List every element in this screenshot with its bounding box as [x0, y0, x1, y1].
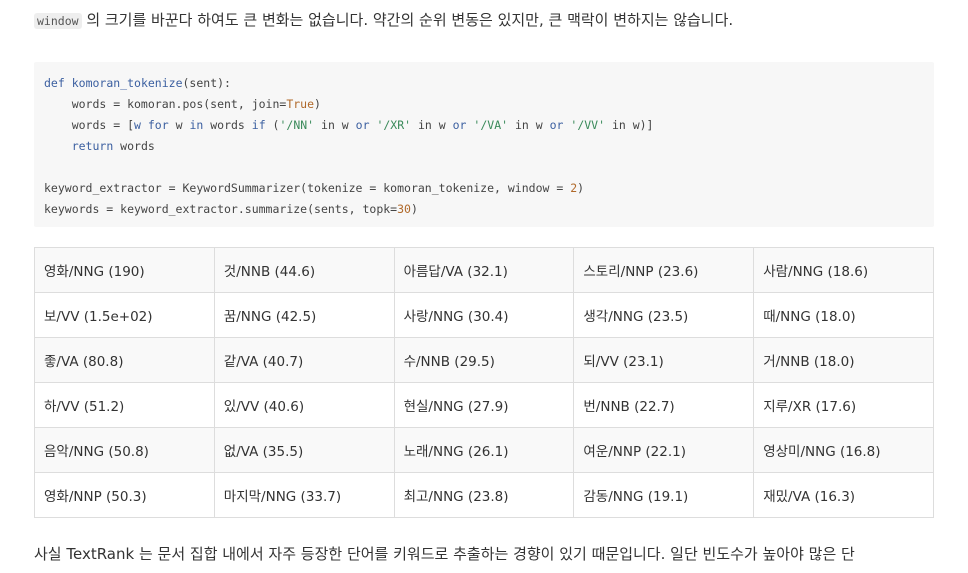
- keywords-table: 영화/NNG (190) 것/NNB (44.6) 아름답/VA (32.1) 스토리…: [34, 247, 934, 518]
- outro-paragraph: 사실 TextRank 는 문서 집합 내에서 자주 등장한 단어를 키워드로 …: [34, 545, 855, 563]
- table-cell: 되/VV (23.1): [573, 337, 755, 383]
- table-cell: 마지막/NNG (33.7): [213, 472, 395, 518]
- table-row: 음악/NNG (50.8) 없/VA (35.5) 노래/NNG (26.1) 여운/…: [34, 427, 934, 473]
- table-cell: 재밌/VA (16.3): [753, 472, 934, 518]
- table-cell: 스토리/NNP (23.6): [573, 247, 755, 293]
- table-cell: 보/VV (1.5e+02): [34, 292, 215, 338]
- table-cell: 없/VA (35.5): [213, 427, 395, 473]
- table-cell: 좋/VA (80.8): [34, 337, 215, 383]
- table-row: 영화/NNG (190) 것/NNB (44.6) 아름답/VA (32.1) 스토리…: [34, 247, 934, 293]
- table-cell: 여운/NNP (22.1): [573, 427, 755, 473]
- table-cell: 감동/NNG (19.1): [573, 472, 755, 518]
- table-row: 보/VV (1.5e+02) 꿈/NNG (42.5) 사랑/NNG (30.4) 생…: [34, 292, 934, 338]
- table-row: 좋/VA (80.8) 같/VA (40.7) 수/NNB (29.5) 되/VV (…: [34, 337, 934, 383]
- table-cell: 있/VV (40.6): [213, 382, 395, 428]
- table-cell: 사람/NNG (18.6): [753, 247, 934, 293]
- code-line-4: return words: [71, 139, 155, 153]
- table-cell: 영상미/NNG (16.8): [753, 427, 934, 473]
- table-cell: 하/VV (51.2): [34, 382, 215, 428]
- code-line-2: words = komoran.pos(sent, join=True): [44, 97, 321, 111]
- table-cell: 것/NNB (44.6): [213, 247, 395, 293]
- table-row: 영화/NNP (50.3) 마지막/NNG (33.7) 최고/NNG (23.8)…: [34, 472, 934, 518]
- table-cell: 음악/NNG (50.8): [34, 427, 215, 473]
- table-cell: 지루/XR (17.6): [753, 382, 934, 428]
- intro-paragraph: window 의 크기를 바꾼다 하여도 큰 변화는 없습니다. 약간의 순위 …: [34, 9, 733, 32]
- table-cell: 영화/NNP (50.3): [34, 472, 215, 518]
- table-cell: 수/NNB (29.5): [393, 337, 575, 383]
- table-cell: 최고/NNG (23.8): [393, 472, 575, 518]
- inline-code-window: window: [34, 13, 82, 29]
- table-cell: 번/NNB (22.7): [573, 382, 755, 428]
- code-line-1: def komoran_tokenize(sent):: [44, 76, 231, 90]
- table-cell: 거/NNB (18.0): [753, 337, 934, 383]
- table-cell: 때/NNG (18.0): [753, 292, 934, 338]
- code-block: def komoran_tokenize(sent): words = komo…: [34, 62, 934, 227]
- table-cell: 같/VA (40.7): [213, 337, 395, 383]
- table-cell: 꿈/NNG (42.5): [213, 292, 395, 338]
- code-line-5: keyword_extractor = KeywordSummarizer(to…: [44, 181, 585, 195]
- table-cell: 노래/NNG (26.1): [393, 427, 575, 473]
- table-cell: 아름답/VA (32.1): [393, 247, 575, 293]
- table-cell: 사랑/NNG (30.4): [393, 292, 575, 338]
- table-cell: 생각/NNG (23.5): [573, 292, 755, 338]
- table-row: 하/VV (51.2) 있/VV (40.6) 현실/NNG (27.9) 번/NNB…: [34, 382, 934, 428]
- code-line-3: words = [w for w in words if ('/NN' in w…: [44, 118, 654, 132]
- table-cell: 현실/NNG (27.9): [393, 382, 575, 428]
- intro-text: 의 크기를 바꾼다 하여도 큰 변화는 없습니다. 약간의 순위 변동은 있지만…: [81, 11, 734, 29]
- table-cell: 영화/NNG (190): [34, 247, 215, 293]
- code-line-6: keywords = keyword_extractor.summarize(s…: [44, 202, 418, 216]
